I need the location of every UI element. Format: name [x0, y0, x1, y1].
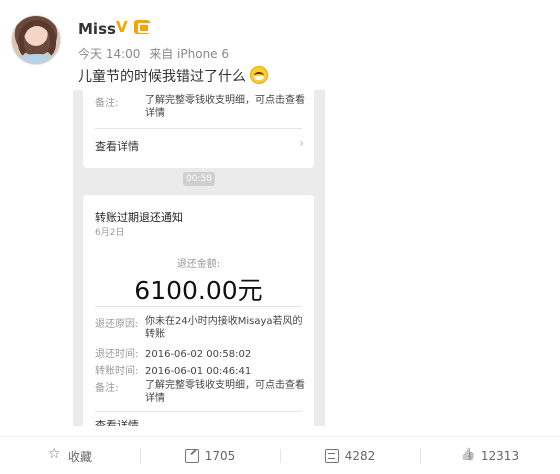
card-divider	[95, 306, 302, 307]
favorite-button[interactable]: 收藏	[0, 437, 140, 474]
username[interactable]: Miss	[78, 20, 116, 38]
avatar-shoulder	[16, 54, 58, 64]
thumbs-up-icon	[461, 449, 475, 463]
attached-image[interactable]: 备注: 了解完整零钱收支明细，可点击查看详情 查看详情 › 00:58 转账过期退…	[73, 90, 325, 426]
note-value: 了解完整零钱收支明细，可点击查看详情	[145, 380, 305, 404]
post-action-bar: 收藏 1705 4282 12313	[0, 436, 560, 474]
post-source[interactable]: 来自 iPhone 6	[149, 47, 229, 61]
note-row: 备注: 了解完整零钱收支明细，可点击查看详情	[95, 94, 305, 120]
note-row: 备注: 了解完整零钱收支明细，可点击查看详情	[95, 379, 305, 405]
refund-label: 退还金额:	[176, 259, 221, 270]
favorite-label: 收藏	[67, 449, 92, 464]
repost-button[interactable]: 1705	[140, 437, 280, 474]
comment-count: 4282	[344, 449, 376, 463]
post-time[interactable]: 今天 14:00	[78, 47, 140, 61]
note-value: 了解完整零钱收支明细，可点击查看详情	[145, 95, 305, 119]
post-header: Miss V 今天 14:00 来自 iPhone 6 儿童节的时候我错过了什么	[0, 0, 560, 90]
like-count: 12313	[480, 449, 520, 463]
reason-row: 退还原因: 你未在24小时内接收Misaya若风的转账	[95, 315, 305, 341]
refund-amount: 6100.00元	[134, 276, 263, 305]
transfer-time-value: 2016-06-01 00:46:41	[145, 366, 252, 377]
card-divider	[95, 128, 302, 129]
verified-v-icon: V	[116, 18, 128, 36]
return-time-key: 退还时间:	[95, 349, 139, 360]
star-icon	[48, 446, 62, 463]
view-details-link[interactable]: 查看详情	[95, 138, 139, 154]
return-time-value: 2016-06-02 00:58:02	[145, 349, 252, 360]
repost-icon	[184, 449, 199, 463]
notice-title: 转账过期退还通知	[95, 211, 183, 224]
like-button[interactable]: 12313	[420, 437, 560, 474]
chat-time-pill: 00:58	[183, 172, 215, 186]
post-body: 儿童节的时候我错过了什么	[78, 69, 246, 85]
note-key: 备注:	[95, 383, 119, 394]
post-text: 儿童节的时候我错过了什么	[78, 66, 269, 86]
return-time-row: 退还时间: 2016-06-02 00:58:02	[95, 345, 251, 360]
refund-notice-card: 转账过期退还通知 6月2日 退还金额: 6100.00元 退还原因: 你未在24小…	[83, 195, 314, 426]
comment-button[interactable]: 4282	[280, 437, 420, 474]
chevron-right-icon: ›	[299, 136, 304, 150]
reason-key: 退还原因:	[95, 319, 139, 330]
post-meta: 今天 14:00 来自 iPhone 6	[78, 45, 234, 62]
laugh-emoji-icon	[250, 66, 269, 84]
view-details-link[interactable]: 查看详情	[95, 417, 139, 426]
user-avatar[interactable]	[11, 15, 61, 65]
wallet-card-previous: 备注: 了解完整零钱收支明细，可点击查看详情 查看详情 ›	[83, 90, 314, 168]
comment-icon	[324, 449, 339, 463]
transfer-time-key: 转账时间:	[95, 366, 139, 377]
repost-count: 1705	[204, 449, 236, 463]
reason-value: 你未在24小时内接收Misaya若风的转账	[145, 316, 303, 340]
note-key: 备注:	[95, 98, 119, 109]
notice-date: 6月2日	[95, 228, 125, 238]
transfer-time-row: 转账时间: 2016-06-01 00:46:41	[95, 362, 251, 377]
card-divider	[95, 411, 302, 412]
member-icon[interactable]	[134, 20, 150, 34]
